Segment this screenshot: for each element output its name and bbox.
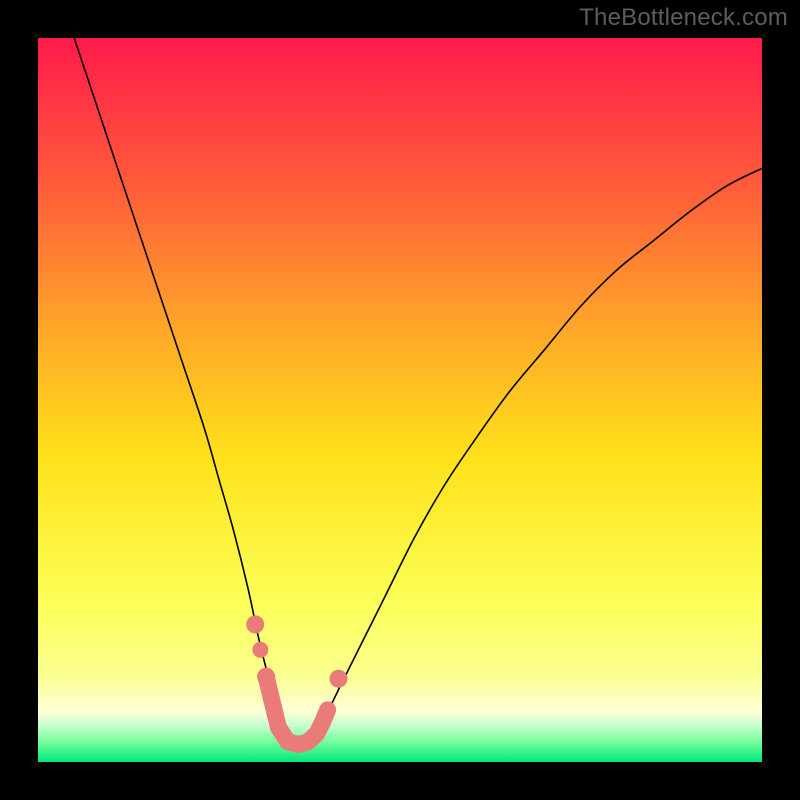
marker-point bbox=[330, 670, 348, 688]
marker-point bbox=[320, 702, 336, 718]
attribution-text: TheBottleneck.com bbox=[579, 4, 788, 32]
marker-point bbox=[252, 642, 268, 658]
chart-container: TheBottleneck.com bbox=[0, 0, 800, 800]
gradient-background bbox=[38, 38, 762, 762]
plot-svg bbox=[38, 38, 762, 762]
plot-area bbox=[38, 38, 762, 762]
marker-point bbox=[246, 615, 264, 633]
marker-point bbox=[270, 719, 286, 735]
marker-point bbox=[257, 668, 275, 686]
